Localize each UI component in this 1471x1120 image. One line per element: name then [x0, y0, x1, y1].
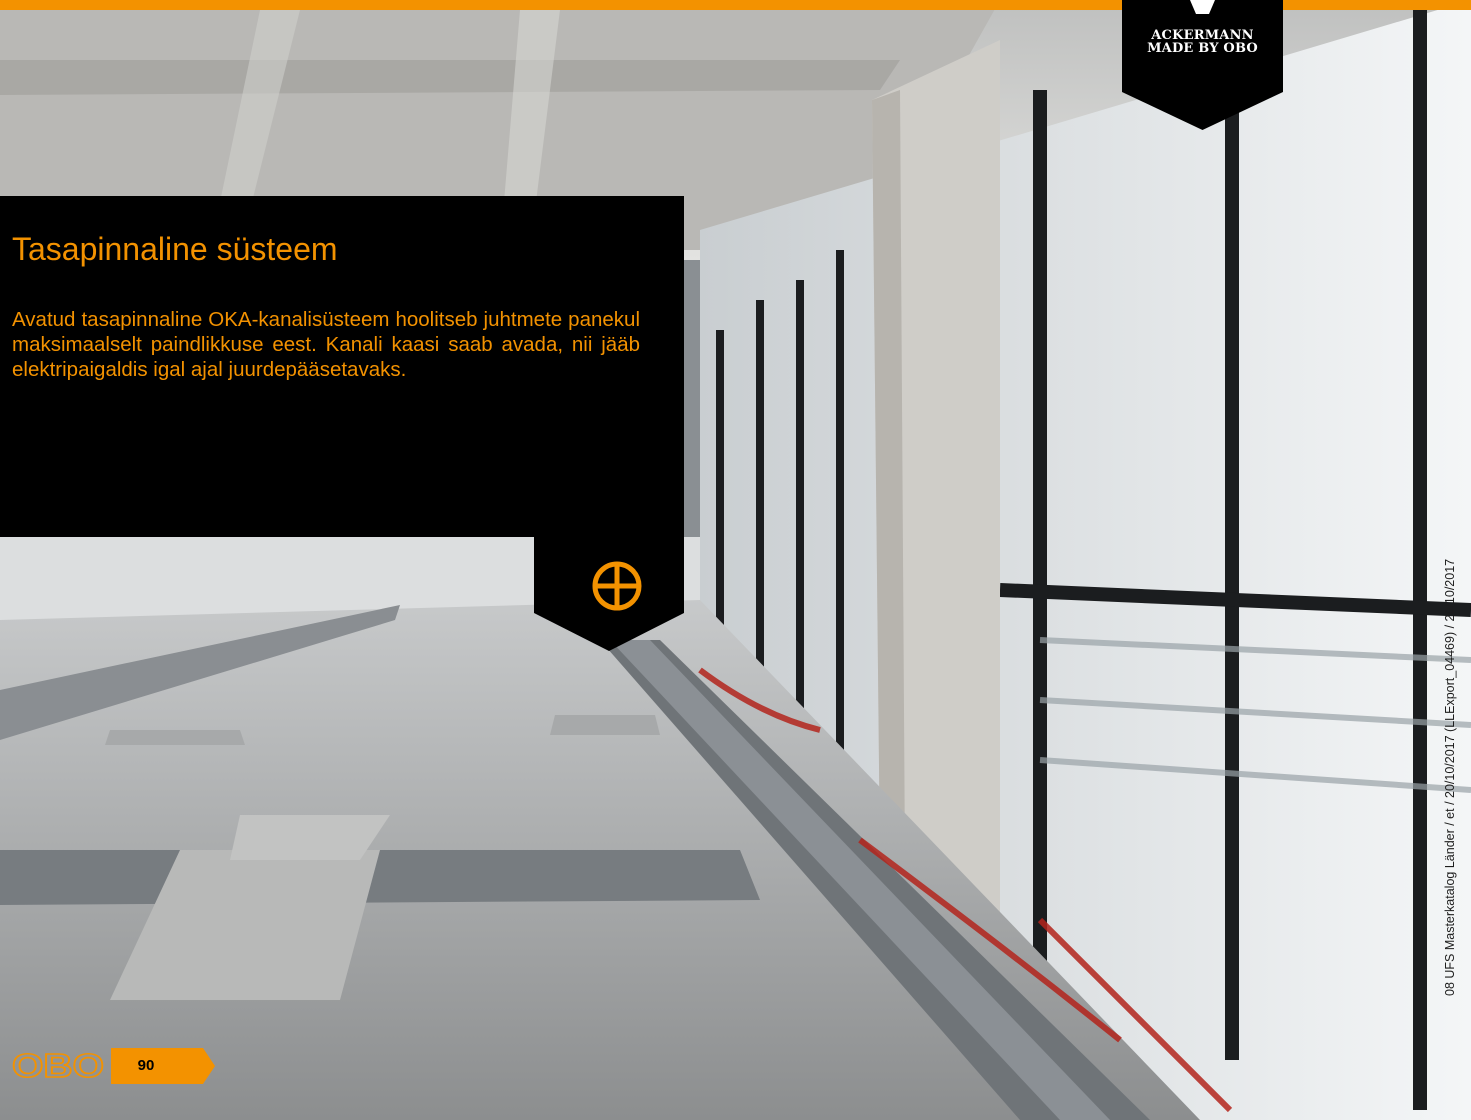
badge-shape: [1122, 0, 1283, 130]
info-description: Avatud tasapinnaline OKA-kanalisüsteem h…: [12, 308, 640, 381]
info-box: Tasapinnaline süsteem Avatud tasapinnali…: [0, 196, 684, 537]
plus-circle-icon: [592, 561, 642, 611]
obo-logo: OBO: [12, 1051, 105, 1080]
svg-text:OBO: OBO: [12, 1051, 104, 1080]
info-title: Tasapinnaline süsteem: [12, 231, 338, 267]
badge-tagline: MADE BY OBO: [1147, 41, 1258, 56]
print-reference-note: 08 UFS Masterkatalog Länder / et / 20/10…: [1443, 558, 1457, 996]
ackermann-badge: ACKERMANN MADE BY OBO: [1122, 0, 1283, 130]
page-number: 90: [137, 1057, 155, 1074]
expand-button[interactable]: [534, 537, 684, 651]
background-photo: [0, 0, 1471, 1120]
